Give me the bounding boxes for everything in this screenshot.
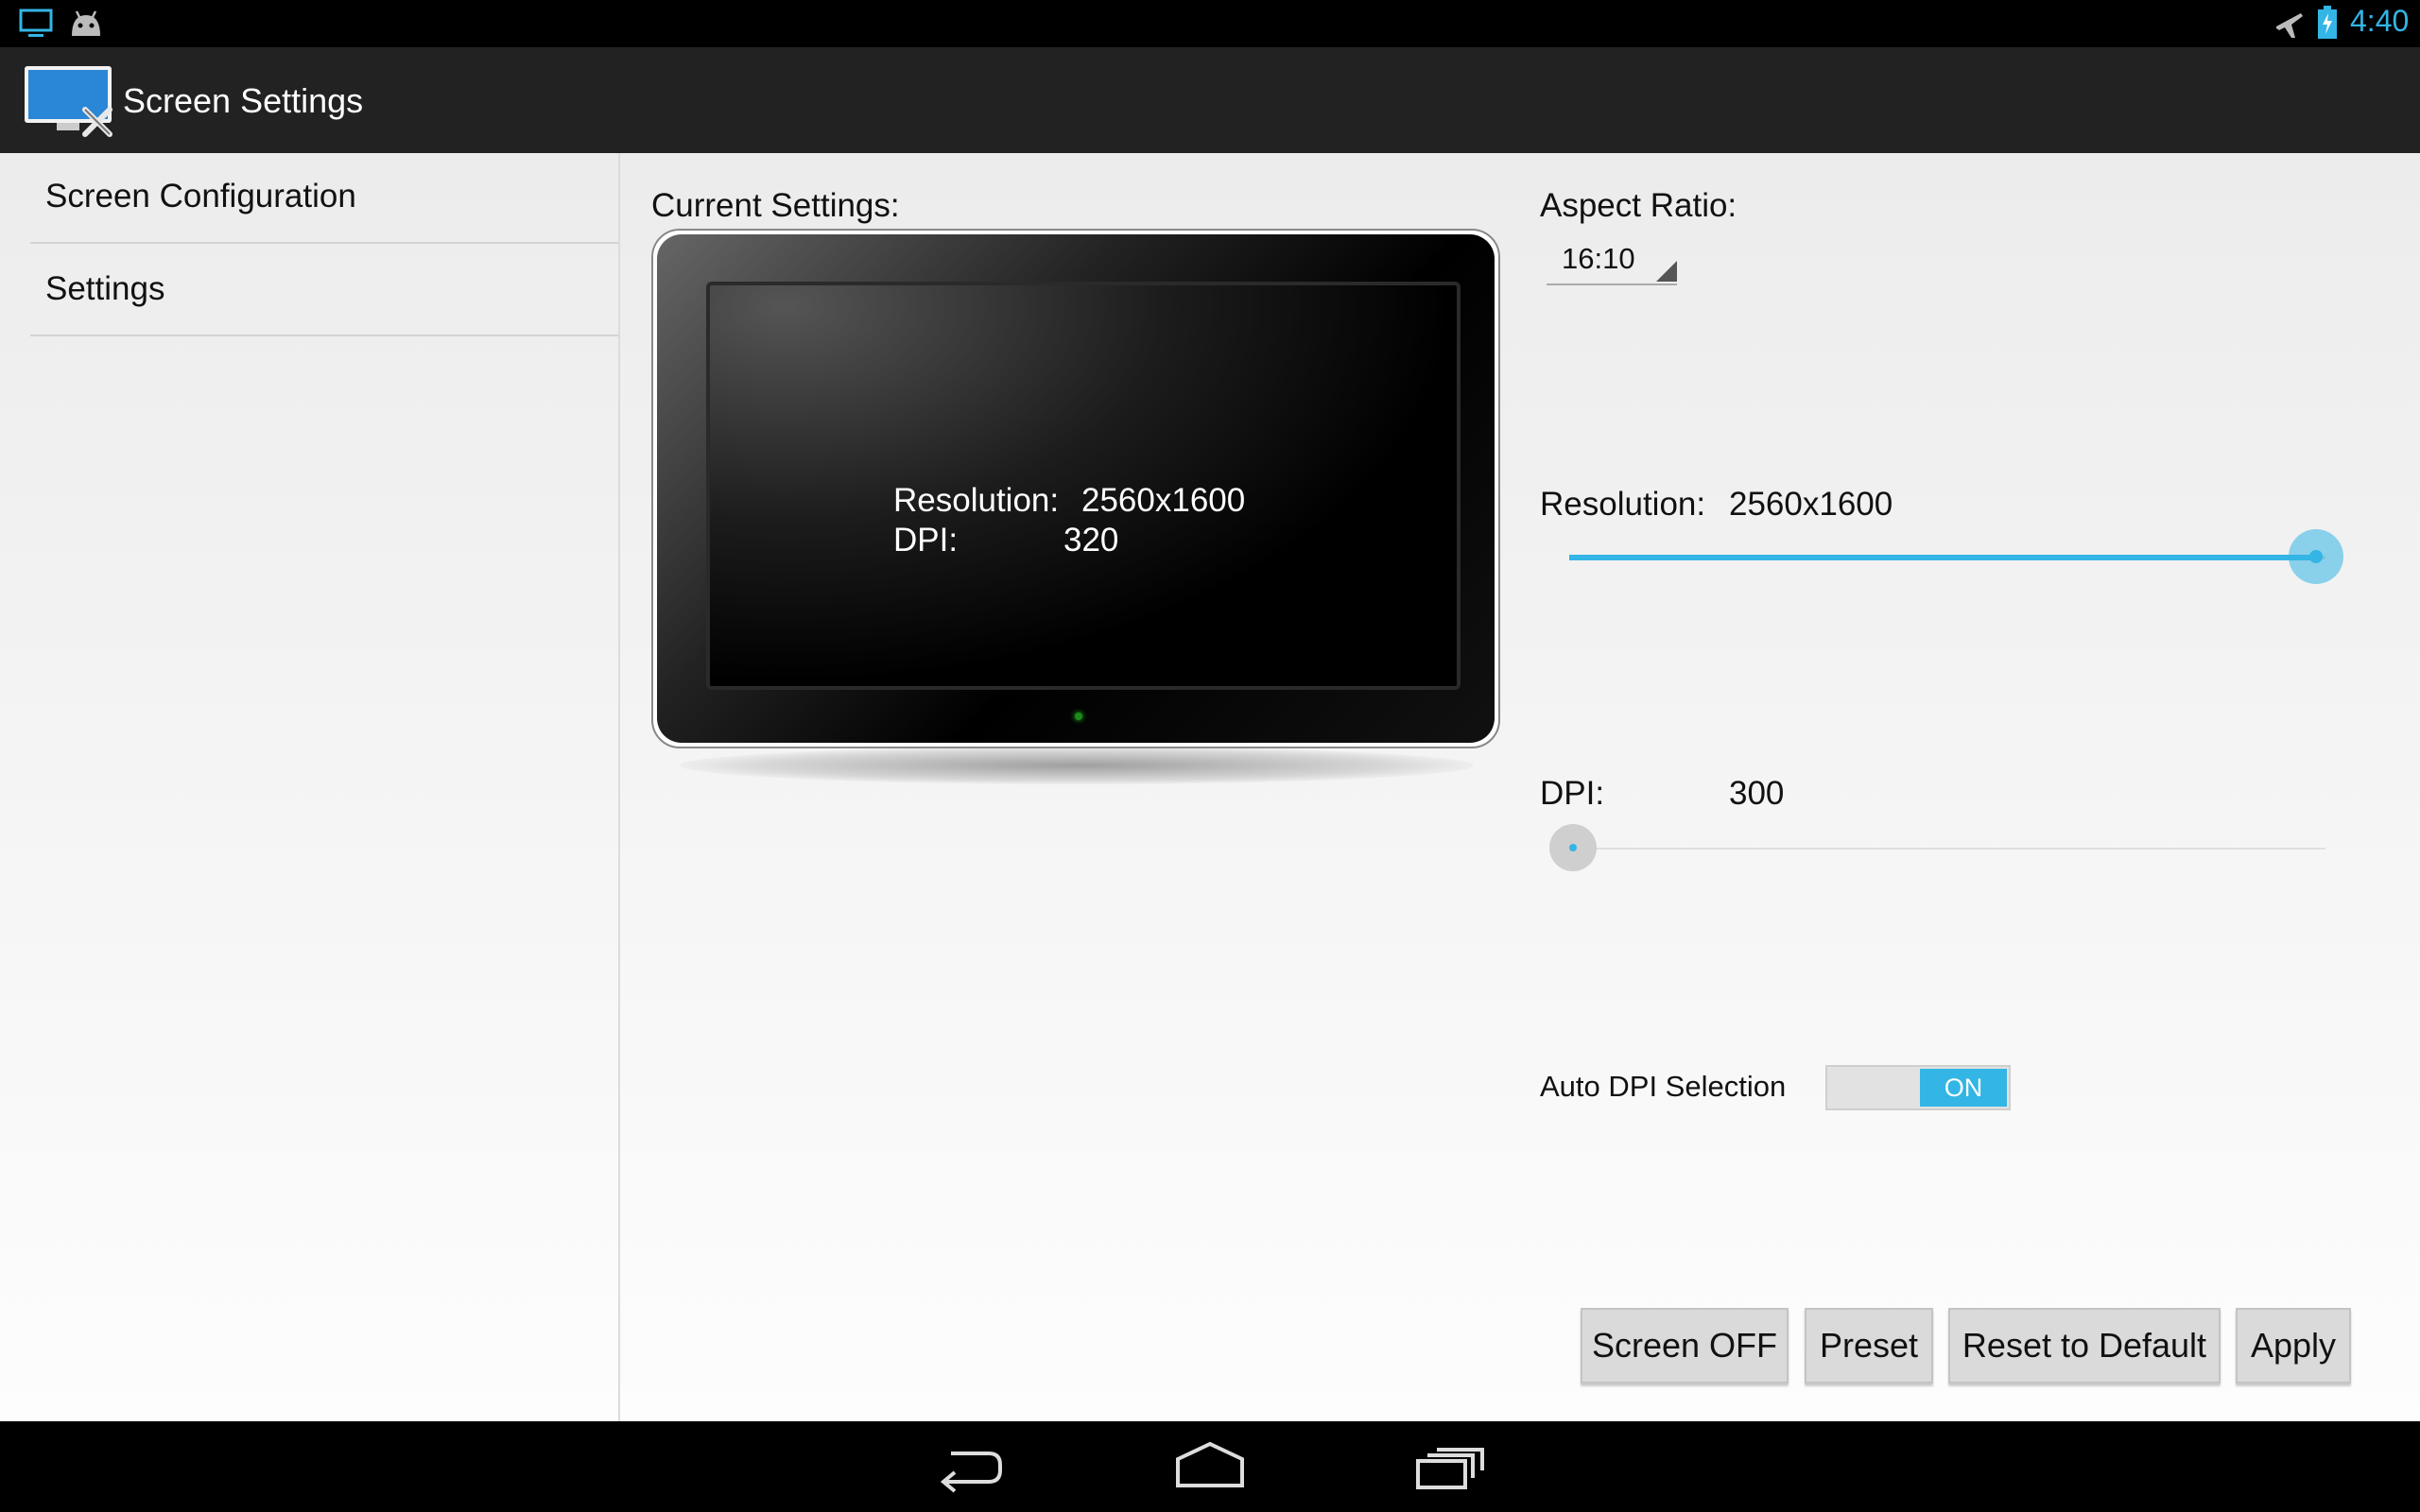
sidebar-item-label: Screen Configuration	[45, 178, 356, 215]
auto-dpi-toggle[interactable]: ON	[1825, 1065, 2011, 1110]
screen-off-button[interactable]: Screen OFF	[1581, 1308, 1789, 1383]
preview-dpi-value: 320	[1063, 522, 1119, 558]
reset-to-default-button[interactable]: Reset to Default	[1948, 1308, 2221, 1383]
preview-dpi-label: DPI:	[893, 522, 959, 558]
preview-resolution-value: 2560x1600	[1081, 482, 1246, 519]
slider-fill	[1569, 555, 2312, 560]
resolution-label: Resolution:	[1540, 486, 1706, 523]
toggle-knob: ON	[1920, 1069, 2007, 1107]
aspect-ratio-label: Aspect Ratio:	[1540, 187, 1737, 224]
dpi-value: 300	[1729, 775, 1785, 812]
toggle-state: ON	[1944, 1074, 1983, 1102]
slider-thumb[interactable]	[2289, 529, 2343, 584]
dpi-slider[interactable]	[1549, 820, 2325, 877]
status-time: 4:40	[2350, 4, 2410, 38]
sidebar-item-screen-configuration[interactable]: Screen Configuration	[30, 153, 618, 244]
dpi-label: DPI:	[1540, 775, 1605, 812]
action-bar: Screen Settings	[0, 47, 2420, 155]
dropdown-triangle-icon	[1656, 261, 1677, 282]
monitor-shadow	[680, 747, 1474, 784]
sidebar-item-settings[interactable]: Settings	[30, 246, 618, 336]
resolution-slider[interactable]	[1569, 529, 2343, 586]
back-icon[interactable]	[932, 1440, 1008, 1493]
auto-dpi-label: Auto DPI Selection	[1540, 1070, 1787, 1103]
preset-button[interactable]: Preset	[1805, 1308, 1933, 1383]
screen-settings-app-icon[interactable]	[23, 64, 117, 140]
home-icon[interactable]	[1174, 1440, 1246, 1493]
aspect-ratio-selected: 16:10	[1562, 242, 1635, 275]
aspect-ratio-dropdown[interactable]: 16:10	[1547, 236, 1677, 285]
monitor-body	[657, 234, 1495, 743]
airplane-mode-icon	[2276, 13, 2303, 38]
preview-resolution-label: Resolution:	[893, 482, 1060, 519]
sidebar: Screen Configuration Settings	[0, 153, 620, 1421]
status-bar: 4:40	[0, 0, 2420, 47]
resolution-value: 2560x1600	[1729, 486, 1893, 523]
battery-charging-icon	[2318, 6, 2337, 39]
monitor-preview: Resolution: 2560x1600 DPI: 320	[651, 229, 1500, 784]
navigation-bar	[0, 1421, 2420, 1512]
content-area: Screen Configuration Settings Current Se…	[0, 153, 2420, 1421]
recent-apps-icon[interactable]	[1414, 1440, 1486, 1493]
apply-button[interactable]: Apply	[2236, 1308, 2351, 1383]
sidebar-item-label: Settings	[45, 270, 165, 307]
current-settings-label: Current Settings:	[651, 187, 900, 224]
power-led	[1075, 713, 1082, 720]
app-title: Screen Settings	[123, 81, 364, 120]
slider-track	[1569, 848, 2325, 850]
slider-thumb[interactable]	[1549, 824, 1597, 871]
monitor-icon	[19, 9, 53, 37]
android-icon	[72, 10, 100, 36]
